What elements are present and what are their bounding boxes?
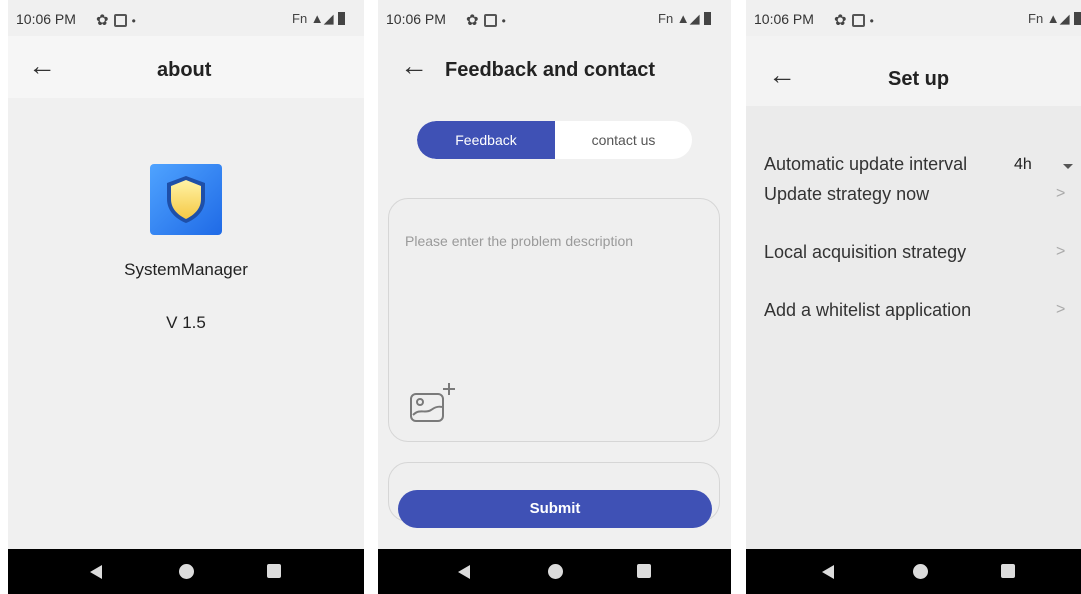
whitelist-label: Add a whitelist application [764, 300, 972, 320]
status-bar: 10:06 PM ✿ • Fn ▲◢ [746, 0, 1081, 36]
battery-icon [337, 12, 345, 25]
status-bar: 10:06 PM ✿ • Fn ▲◢ [378, 0, 731, 36]
nav-back-icon[interactable] [458, 565, 470, 579]
status-time: 10:06 PM [386, 11, 446, 27]
arrow-left-icon[interactable]: ← [768, 61, 796, 89]
update-interval-label: Automatic update interval [764, 154, 968, 174]
nav-back-icon[interactable] [90, 565, 102, 579]
nav-recent-icon[interactable] [1001, 564, 1015, 578]
nav-home-icon[interactable] [179, 564, 194, 579]
update-strategy-label: Update strategy now [764, 184, 930, 204]
navigation-bar [378, 549, 731, 594]
nav-back-icon[interactable] [822, 565, 834, 579]
feedback-screen: 10:06 PM ✿ • Fn ▲◢ ← Feedback and contact… [378, 0, 731, 594]
notification-icon [113, 14, 127, 27]
chevron-right-icon: > [1056, 301, 1066, 318]
status-bar: 10:06 PM ✿ • Fn ▲◢ [8, 0, 364, 36]
dot-icon: • [501, 14, 506, 28]
signal-icon: ▲◢ [676, 11, 700, 26]
page-title: Set up [888, 68, 950, 90]
notification-icon [483, 14, 497, 27]
status-time: 10:06 PM [16, 11, 76, 27]
problem-description-placeholder: Please enter the problem description [405, 233, 634, 249]
dot-icon: • [869, 14, 874, 28]
dot-icon: • [131, 14, 136, 28]
nav-recent-icon[interactable] [267, 564, 281, 578]
status-fn-text: Fn [658, 11, 674, 26]
about-screen: 10:06 PM ✿ • Fn ▲◢ ← about SystemManager … [8, 0, 364, 594]
gear-icon: ✿ [466, 12, 479, 29]
app-name: SystemManager [124, 260, 248, 279]
navigation-bar [746, 549, 1081, 594]
shield-icon [167, 176, 205, 223]
dropdown-caret-icon[interactable] [1063, 164, 1073, 169]
arrow-left-icon[interactable]: ← [28, 52, 56, 80]
notification-icon [851, 14, 865, 27]
tab-contact-us[interactable]: contact us [555, 121, 692, 159]
setup-screen: 10:06 PM ✿ • Fn ▲◢ ← Set up Automatic upd… [746, 0, 1081, 594]
tab-feedback[interactable]: Feedback [417, 121, 555, 159]
gear-icon: ✿ [96, 12, 109, 29]
app-icon [150, 164, 222, 235]
status-time: 10:06 PM [754, 11, 814, 27]
status-fn-text: Fn [1028, 11, 1044, 26]
battery-icon [1073, 12, 1081, 25]
nav-recent-icon[interactable] [637, 564, 651, 578]
nav-home-icon[interactable] [913, 564, 928, 579]
app-version: V 1.5 [166, 313, 206, 332]
local-acquisition-label: Local acquisition strategy [764, 242, 967, 262]
chevron-right-icon: > [1056, 243, 1066, 260]
submit-button[interactable]: Submit [398, 490, 712, 528]
update-interval-value[interactable]: 4h [1014, 156, 1032, 174]
page-title: about [157, 59, 212, 81]
page-title: Feedback and contact [445, 59, 656, 81]
signal-icon: ▲◢ [1046, 11, 1070, 26]
navigation-bar [8, 549, 364, 594]
gear-icon: ✿ [834, 12, 847, 29]
nav-home-icon[interactable] [548, 564, 563, 579]
signal-icon: ▲◢ [310, 11, 334, 26]
add-image-icon[interactable] [408, 380, 458, 426]
battery-icon [703, 12, 711, 25]
tab-switcher: Feedback contact us [417, 121, 692, 159]
status-fn-text: Fn [292, 11, 308, 26]
arrow-left-icon[interactable]: ← [400, 52, 428, 80]
chevron-right-icon: > [1056, 185, 1066, 202]
